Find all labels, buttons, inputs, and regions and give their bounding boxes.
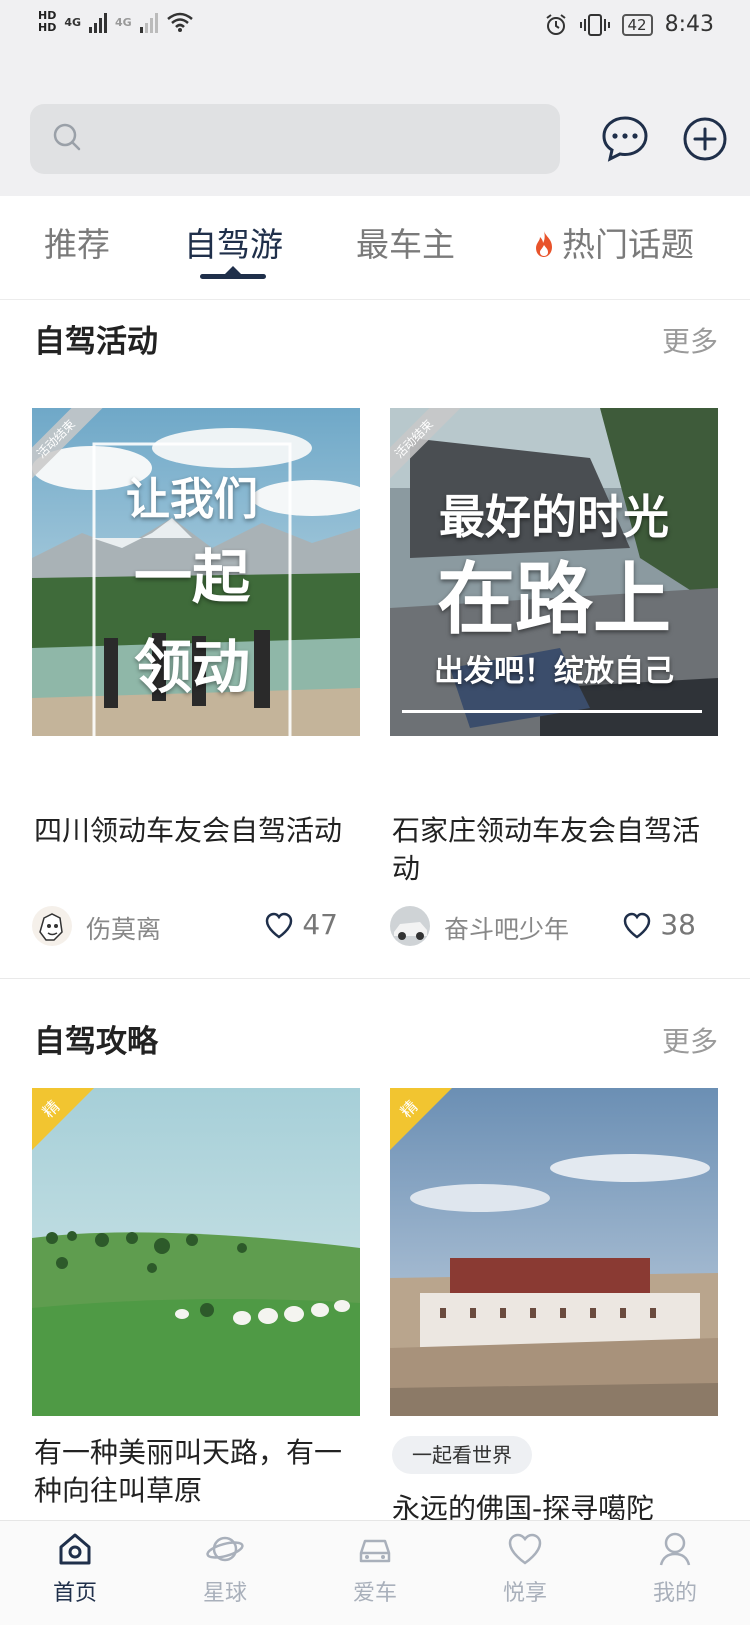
poster-line: 让我们 xyxy=(126,474,258,525)
more-link-activities[interactable]: 更多 xyxy=(662,320,718,360)
network-type: 4G xyxy=(115,15,132,29)
nav-profile[interactable]: 我的 xyxy=(630,1529,720,1607)
nav-label: 我的 xyxy=(652,1581,697,1606)
activity-card[interactable]: 让我们 一起 领动 活动结束 四川领动车友会自驾活动 伤莫离 47 xyxy=(32,408,360,948)
tab-recommend[interactable]: 推荐 xyxy=(44,218,110,266)
featured-badge xyxy=(390,1088,452,1150)
like-button[interactable]: 47 xyxy=(264,908,338,941)
poster-line: 一起 xyxy=(133,543,250,611)
search-icon xyxy=(53,123,81,151)
activity-meta: 奋斗吧少年 38 xyxy=(390,906,718,946)
vibrate-icon xyxy=(579,13,610,36)
poster-text: 让我们 一起 领动 xyxy=(94,468,290,712)
featured-badge xyxy=(32,1088,94,1150)
message-icon[interactable] xyxy=(600,114,650,164)
network-indicators: HD HD 4G 4G xyxy=(38,10,194,34)
tab-self-drive[interactable]: 自驾游 xyxy=(184,218,283,266)
add-icon[interactable] xyxy=(682,116,728,162)
section-divider xyxy=(0,978,750,979)
activity-title[interactable]: 石家庄领动车友会自驾活动 xyxy=(392,812,712,888)
tab-hot-topics[interactable]: 热门话题 xyxy=(530,218,694,266)
hd-badge: HD xyxy=(38,21,57,34)
guide-title[interactable]: 有一种美丽叫天路，有一种向往叫草原 xyxy=(34,1434,354,1510)
fire-icon xyxy=(536,231,552,257)
bottom-nav: 首页 星球 爱车 悦享 我的 xyxy=(0,1520,750,1625)
author-name[interactable]: 伤莫离 xyxy=(86,910,161,946)
nav-label: 首页 xyxy=(52,1581,97,1606)
activity-poster: 最好的时光 在路上 出发吧！绽放自己 活动结束 xyxy=(390,408,718,736)
avatar[interactable] xyxy=(32,906,72,946)
nav-enjoy[interactable]: 悦享 xyxy=(480,1529,570,1607)
like-button[interactable]: 38 xyxy=(622,908,696,941)
profile-icon xyxy=(659,1532,691,1566)
guide-cover: 精 xyxy=(32,1088,360,1416)
battery-icon: 42 xyxy=(621,13,653,36)
alarm-icon xyxy=(545,13,566,35)
avatar[interactable] xyxy=(390,906,430,946)
section-title-activities: 自驾活动 xyxy=(34,324,158,360)
avatar-image xyxy=(32,906,72,946)
header: HD HD 4G 4G 42 8:43 xyxy=(0,0,750,196)
nav-home[interactable]: 首页 xyxy=(30,1529,120,1607)
poster-text: 最好的时光 在路上 出发吧！绽放自己 xyxy=(390,484,718,694)
wifi-icon xyxy=(166,12,193,32)
more-link-guides[interactable]: 更多 xyxy=(662,1020,718,1060)
car-icon xyxy=(359,1539,391,1563)
hd-badges: HD HD xyxy=(38,10,56,34)
active-tab-indicator xyxy=(200,274,266,279)
heart-icon xyxy=(266,912,293,939)
nav-label: 悦享 xyxy=(502,1581,547,1606)
section-title-guides: 自驾攻略 xyxy=(34,1024,158,1060)
heart-icon xyxy=(508,1533,542,1565)
activity-card[interactable]: 最好的时光 在路上 出发吧！绽放自己 活动结束 石家庄领动车友会自驾活动 奋斗吧… xyxy=(390,408,718,948)
clock: 8:43 xyxy=(664,12,714,37)
search-input[interactable] xyxy=(30,104,560,174)
status-bar: HD HD 4G 4G 42 8:43 xyxy=(0,0,750,52)
guide-card[interactable]: 精 有一种美丽叫天路，有一种向往叫草原 xyxy=(32,1088,360,1508)
nav-car[interactable]: 爱车 xyxy=(330,1529,420,1607)
like-count: 47 xyxy=(302,908,338,941)
category-tabs: 推荐 自驾游 最车主 热门话题 xyxy=(0,196,750,300)
poster-line: 最好的时光 xyxy=(439,490,669,544)
signal-icon xyxy=(139,11,158,33)
guide-cover: 精 xyxy=(390,1088,718,1416)
activity-poster: 让我们 一起 领动 活动结束 xyxy=(32,408,360,736)
tab-label: 热门话题 xyxy=(562,225,694,264)
home-icon xyxy=(59,1533,91,1565)
avatar-image xyxy=(390,906,430,946)
status-right: 42 8:43 xyxy=(544,12,714,37)
author-name[interactable]: 奋斗吧少年 xyxy=(444,910,569,946)
like-count: 38 xyxy=(660,908,696,941)
nav-label: 星球 xyxy=(202,1581,247,1606)
signal-icon xyxy=(89,11,108,33)
poster-line: 出发吧！绽放自己 xyxy=(434,654,674,689)
activity-title[interactable]: 四川领动车友会自驾活动 xyxy=(34,812,354,850)
nav-planet[interactable]: 星球 xyxy=(180,1529,270,1607)
heart-icon xyxy=(624,912,651,939)
active-tab-indicator xyxy=(225,266,241,274)
network-type: 4G xyxy=(64,15,82,29)
poster-line: 领动 xyxy=(133,633,250,701)
poster-line: 在路上 xyxy=(436,555,671,645)
tab-car-owner[interactable]: 最车主 xyxy=(356,218,455,266)
topic-tag[interactable]: 一起看世界 xyxy=(392,1436,532,1474)
planet-icon xyxy=(206,1536,244,1562)
activity-meta: 伤莫离 47 xyxy=(32,906,360,946)
nav-label: 爱车 xyxy=(352,1581,397,1606)
